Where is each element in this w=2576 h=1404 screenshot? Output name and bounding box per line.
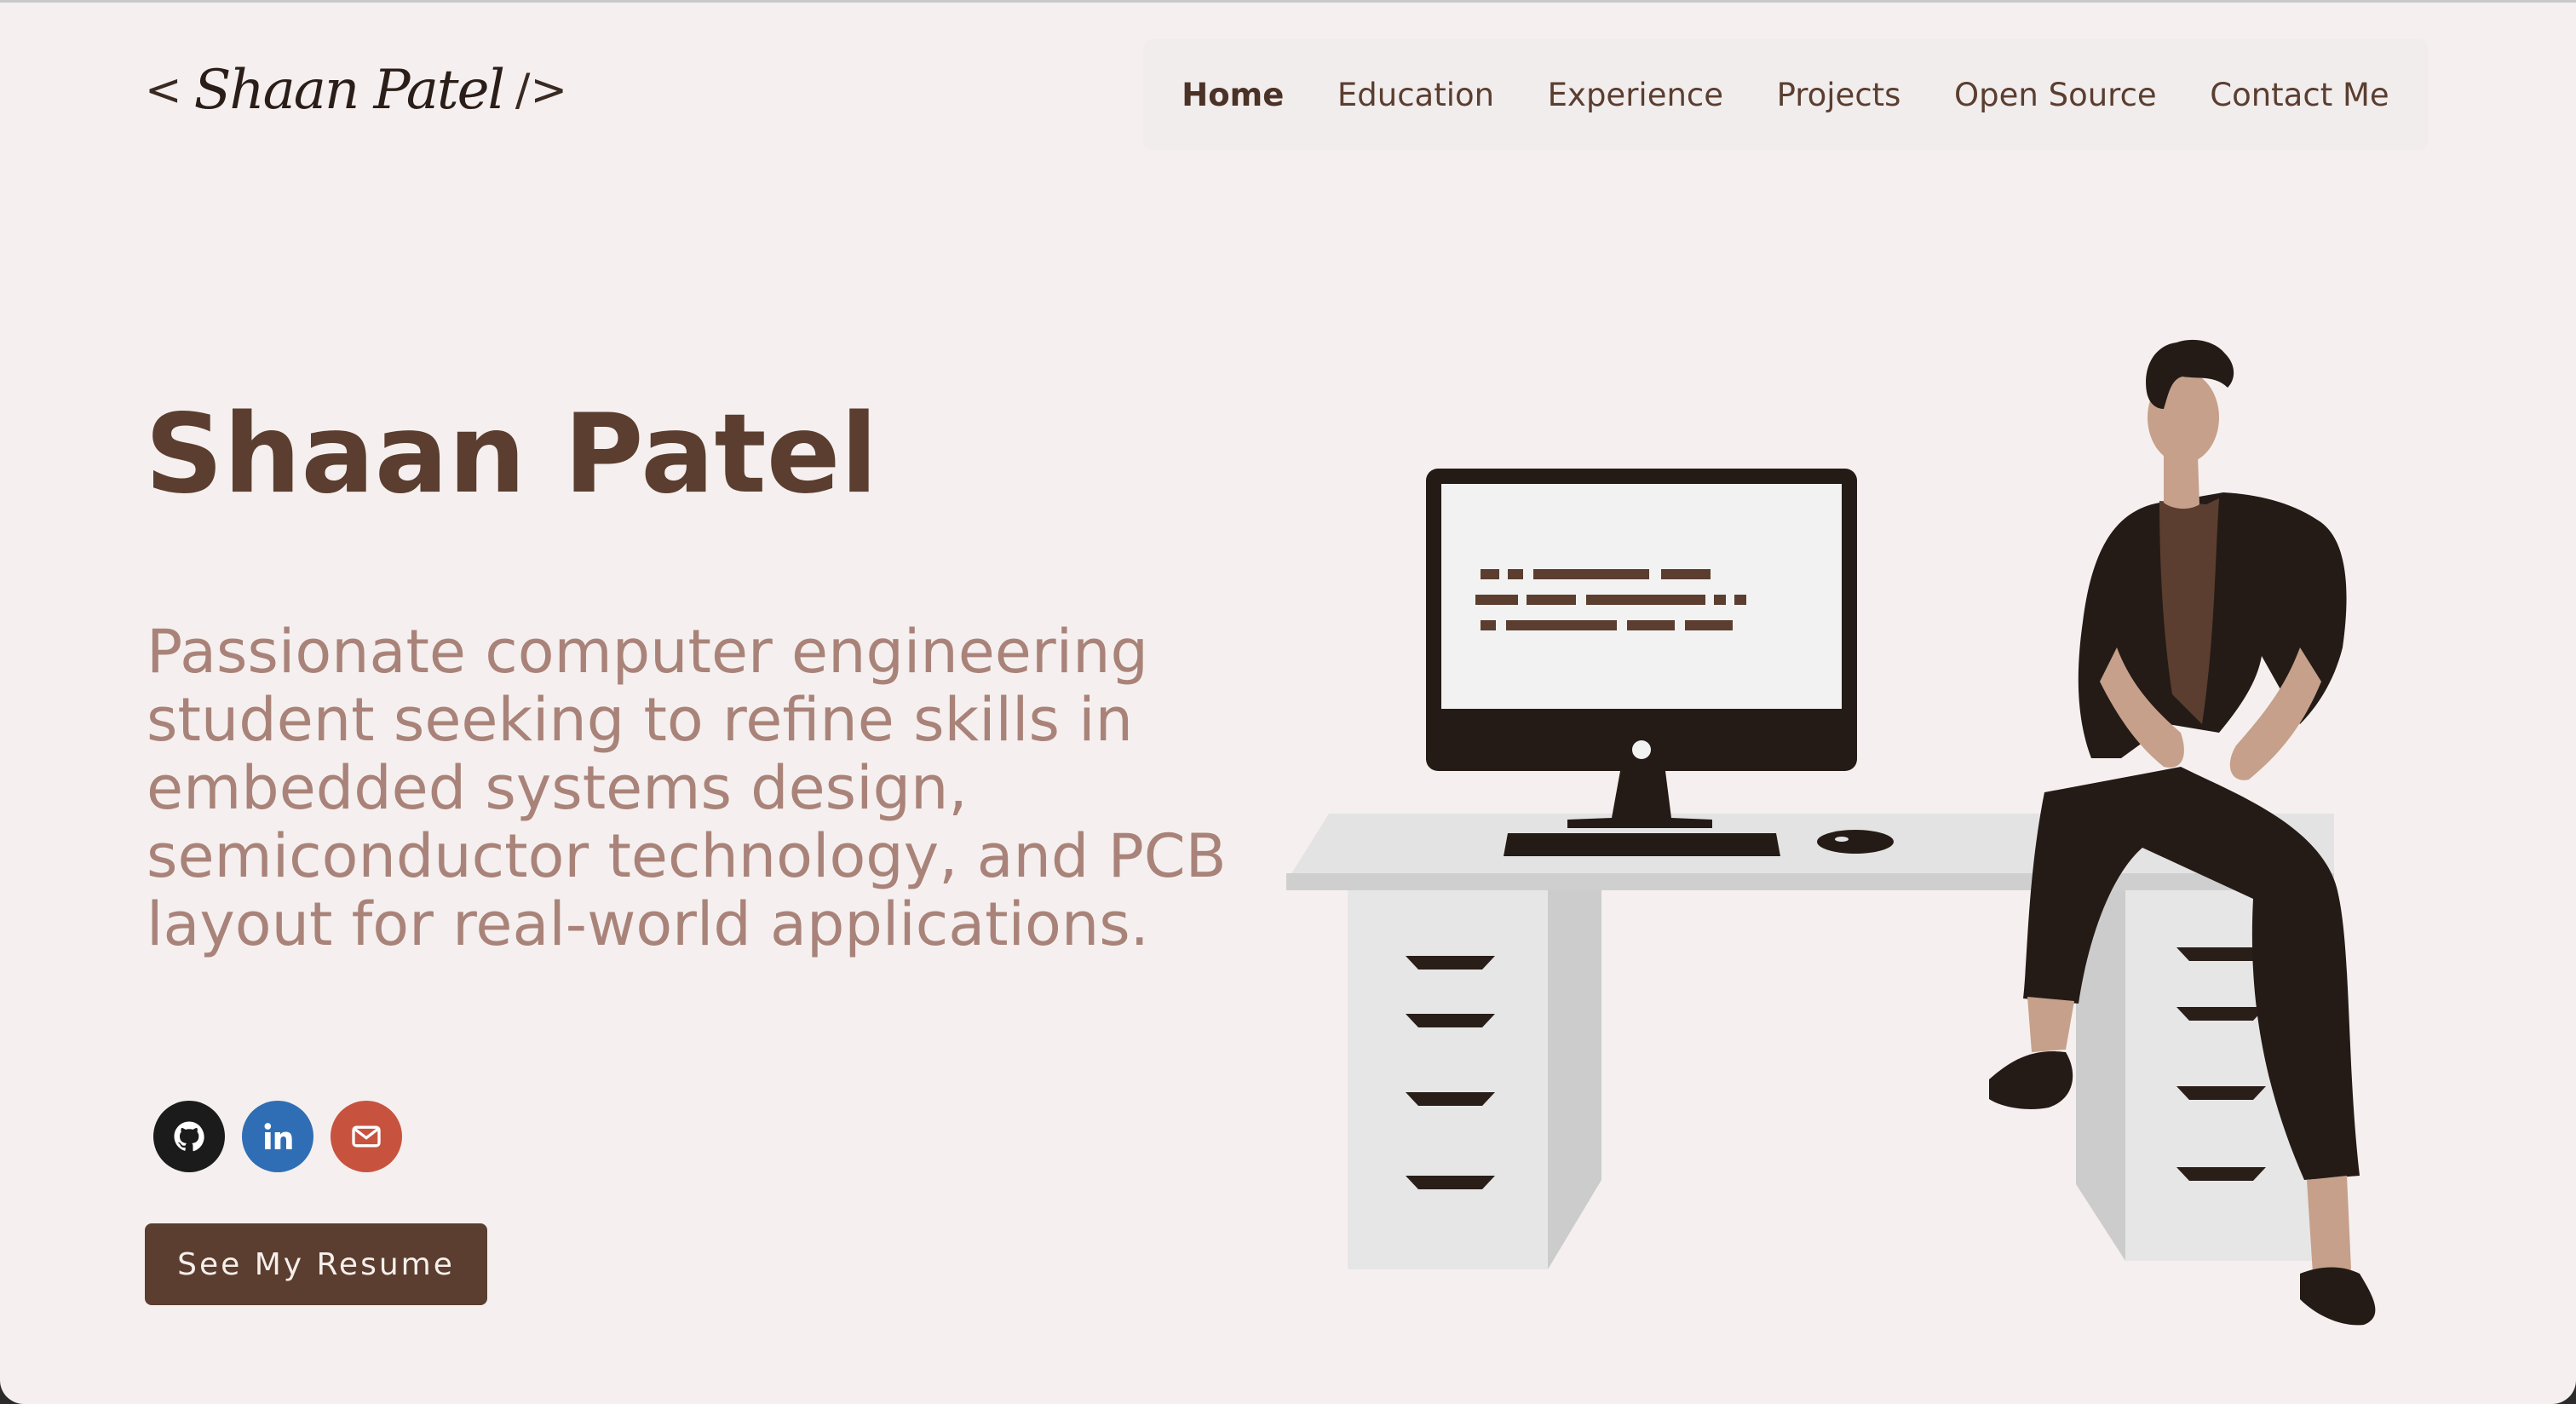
nav-education[interactable]: Education xyxy=(1337,77,1494,113)
portfolio-page: < Shaan Patel /> Home Education Experien… xyxy=(0,0,2576,1404)
see-resume-button[interactable]: See My Resume xyxy=(145,1223,487,1305)
logo-signature: Shaan Patel xyxy=(193,59,505,122)
github-link[interactable] xyxy=(153,1101,225,1172)
logo-open-bracket: < xyxy=(145,65,182,116)
main-nav: Home Education Experience Projects Open … xyxy=(1143,39,2428,150)
nav-home[interactable]: Home xyxy=(1182,77,1284,113)
linkedin-link[interactable] xyxy=(242,1101,313,1172)
mail-link[interactable] xyxy=(331,1101,402,1172)
mail-icon xyxy=(352,1125,381,1148)
github-icon xyxy=(174,1121,204,1152)
logo-close-bracket: /> xyxy=(515,65,568,116)
hero-name: Shaan Patel xyxy=(145,391,878,518)
developer-desk-illustration xyxy=(1286,339,2376,1326)
nav-contact-me[interactable]: Contact Me xyxy=(2210,77,2389,113)
social-links xyxy=(153,1101,402,1172)
site-logo[interactable]: < Shaan Patel /> xyxy=(145,49,567,131)
window-top-border xyxy=(0,0,2576,3)
nav-projects[interactable]: Projects xyxy=(1777,77,1901,113)
nav-experience[interactable]: Experience xyxy=(1548,77,1723,113)
linkedin-icon xyxy=(264,1123,292,1149)
hero-tagline: Passionate computer engineering student … xyxy=(147,617,1227,959)
nav-open-source[interactable]: Open Source xyxy=(1954,77,2157,113)
